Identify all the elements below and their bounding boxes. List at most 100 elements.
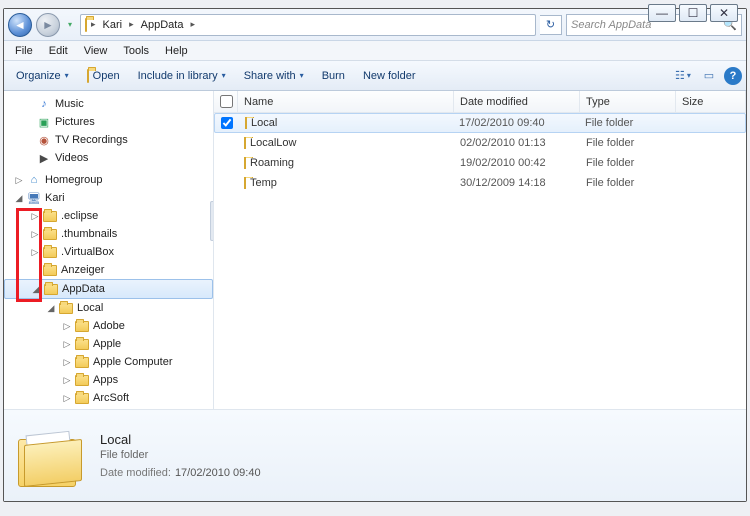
row-type: File folder xyxy=(580,157,676,169)
tree-item-apps[interactable]: ▷Apps xyxy=(4,371,213,389)
music-icon: ♪ xyxy=(36,96,52,112)
collapse-icon[interactable]: ◢ xyxy=(12,193,26,204)
row-checkbox-cell xyxy=(215,117,239,129)
nav-history-dropdown[interactable]: ▾ xyxy=(64,13,76,37)
details-pane: Local File folder Date modified:17/02/20… xyxy=(4,409,746,501)
row-name: Roaming xyxy=(238,157,454,169)
navigation-bar: ◄ ► ▾ ▸ Kari ▸ AppData ▸ ↻ Search AppDat… xyxy=(4,9,746,41)
burn-button[interactable]: Burn xyxy=(314,65,353,87)
column-size[interactable]: Size xyxy=(676,91,746,112)
maximize-button[interactable]: ☐ xyxy=(679,4,707,22)
menu-tools[interactable]: Tools xyxy=(116,43,156,59)
homegroup-icon: ⌂ xyxy=(26,172,42,188)
organize-button[interactable]: Organize▾ xyxy=(8,65,77,87)
folder-icon xyxy=(42,226,58,242)
tree-item-virtualbox[interactable]: ▷.VirtualBox xyxy=(4,243,213,261)
breadcrumb-sep[interactable]: ▸ xyxy=(190,19,195,30)
preview-pane-button[interactable]: ▭ xyxy=(698,65,720,87)
file-list[interactable]: Local17/02/2010 09:40File folderLocalLow… xyxy=(214,113,746,409)
row-type: File folder xyxy=(580,177,676,189)
table-row[interactable]: Roaming19/02/2010 00:42File folder xyxy=(214,153,746,173)
select-all-checkbox[interactable] xyxy=(220,95,233,108)
new-folder-button[interactable]: New folder xyxy=(355,65,424,87)
tree-item-arcsoft[interactable]: ▷ArcSoft xyxy=(4,389,213,407)
expand-icon[interactable]: ▷ xyxy=(60,321,74,332)
open-button[interactable]: Open xyxy=(79,65,128,87)
tree-item-appdata[interactable]: ◢AppData xyxy=(4,279,213,299)
column-checkbox[interactable] xyxy=(214,91,238,112)
collapse-icon[interactable]: ◢ xyxy=(44,303,58,314)
refresh-button[interactable]: ↻ xyxy=(540,15,562,35)
explorer-window: ◄ ► ▾ ▸ Kari ▸ AppData ▸ ↻ Search AppDat… xyxy=(3,8,747,502)
expand-icon[interactable]: ▷ xyxy=(28,247,42,258)
tree-item-kari[interactable]: ◢🖥Kari xyxy=(4,189,213,207)
body-area: ♪Music ▣Pictures ◉TV Recordings ▶Videos … xyxy=(4,91,746,409)
row-name: Local xyxy=(239,117,453,129)
tree-item-pictures[interactable]: ▣Pictures xyxy=(4,113,213,131)
breadcrumb-sep[interactable]: ▸ xyxy=(91,19,96,30)
expand-icon[interactable]: ▷ xyxy=(28,229,42,240)
folder-icon xyxy=(245,117,247,129)
view-options-button[interactable]: ☷▾ xyxy=(672,65,694,87)
breadcrumb-sep[interactable]: ▸ xyxy=(129,19,134,30)
forward-button[interactable]: ► xyxy=(36,13,60,37)
details-subtitle: File folder xyxy=(100,449,261,461)
navigation-tree[interactable]: ♪Music ▣Pictures ◉TV Recordings ▶Videos … xyxy=(4,91,214,409)
breadcrumb-appdata[interactable]: AppData xyxy=(138,18,187,32)
large-folder-icon xyxy=(14,425,88,487)
column-date[interactable]: Date modified xyxy=(454,91,580,112)
toolbar: Organize▾ Open Include in library▾ Share… xyxy=(4,61,746,91)
expand-icon[interactable]: ▷ xyxy=(28,211,42,222)
menu-view[interactable]: View xyxy=(77,43,115,59)
row-date: 17/02/2010 09:40 xyxy=(453,117,579,129)
help-button[interactable]: ? xyxy=(724,67,742,85)
back-button[interactable]: ◄ xyxy=(8,13,32,37)
menu-edit[interactable]: Edit xyxy=(42,43,75,59)
folder-icon xyxy=(58,300,74,316)
tree-item-videos[interactable]: ▶Videos xyxy=(4,149,213,167)
folder-icon xyxy=(43,281,59,297)
table-row[interactable]: Local17/02/2010 09:40File folder xyxy=(214,113,746,133)
dropdown-icon: ▾ xyxy=(300,71,304,80)
details-date: Date modified:17/02/2010 09:40 xyxy=(100,467,261,479)
folder-icon xyxy=(42,208,58,224)
tree-item-anzeiger[interactable]: Anzeiger xyxy=(4,261,213,279)
collapse-icon[interactable]: ◢ xyxy=(29,284,43,295)
tree-item-apple-computer[interactable]: ▷Apple Computer xyxy=(4,353,213,371)
table-row[interactable]: Temp30/12/2009 14:18File folder xyxy=(214,173,746,193)
expand-icon[interactable]: ▷ xyxy=(12,175,26,186)
row-name: Temp xyxy=(238,177,454,189)
share-with-button[interactable]: Share with▾ xyxy=(236,65,312,87)
tree-item-eclipse[interactable]: ▷.eclipse xyxy=(4,207,213,225)
breadcrumb-kari[interactable]: Kari xyxy=(100,18,126,32)
folder-icon xyxy=(85,19,87,31)
minimize-button[interactable]: — xyxy=(648,4,676,22)
folder-icon xyxy=(244,157,246,169)
table-row[interactable]: LocalLow02/02/2010 01:13File folder xyxy=(214,133,746,153)
menu-help[interactable]: Help xyxy=(158,43,195,59)
row-checkbox[interactable] xyxy=(221,117,233,129)
tree-item-homegroup[interactable]: ▷⌂Homegroup xyxy=(4,171,213,189)
tree-item-tv[interactable]: ◉TV Recordings xyxy=(4,131,213,149)
expand-icon[interactable]: ▷ xyxy=(60,393,74,404)
column-name[interactable]: Name xyxy=(238,91,454,112)
videos-icon: ▶ xyxy=(36,150,52,166)
expand-icon[interactable]: ▷ xyxy=(60,339,74,350)
menu-file[interactable]: File xyxy=(8,43,40,59)
tree-item-local[interactable]: ◢Local xyxy=(4,299,213,317)
address-bar[interactable]: ▸ Kari ▸ AppData ▸ xyxy=(80,14,536,36)
tree-item-music[interactable]: ♪Music xyxy=(4,95,213,113)
search-placeholder: Search AppData xyxy=(571,19,651,31)
expand-icon[interactable]: ▷ xyxy=(60,357,74,368)
tree-item-adobe[interactable]: ▷Adobe xyxy=(4,317,213,335)
column-type[interactable]: Type xyxy=(580,91,676,112)
row-date: 19/02/2010 00:42 xyxy=(454,157,580,169)
tree-item-apple[interactable]: ▷Apple xyxy=(4,335,213,353)
close-button[interactable]: ✕ xyxy=(710,4,738,22)
expand-icon[interactable]: ▷ xyxy=(60,375,74,386)
tree-item-thumbnails[interactable]: ▷.thumbnails xyxy=(4,225,213,243)
row-date: 30/12/2009 14:18 xyxy=(454,177,580,189)
folder-icon xyxy=(42,244,58,260)
include-in-library-button[interactable]: Include in library▾ xyxy=(130,65,234,87)
sidebar-resize-handle[interactable] xyxy=(210,201,214,241)
